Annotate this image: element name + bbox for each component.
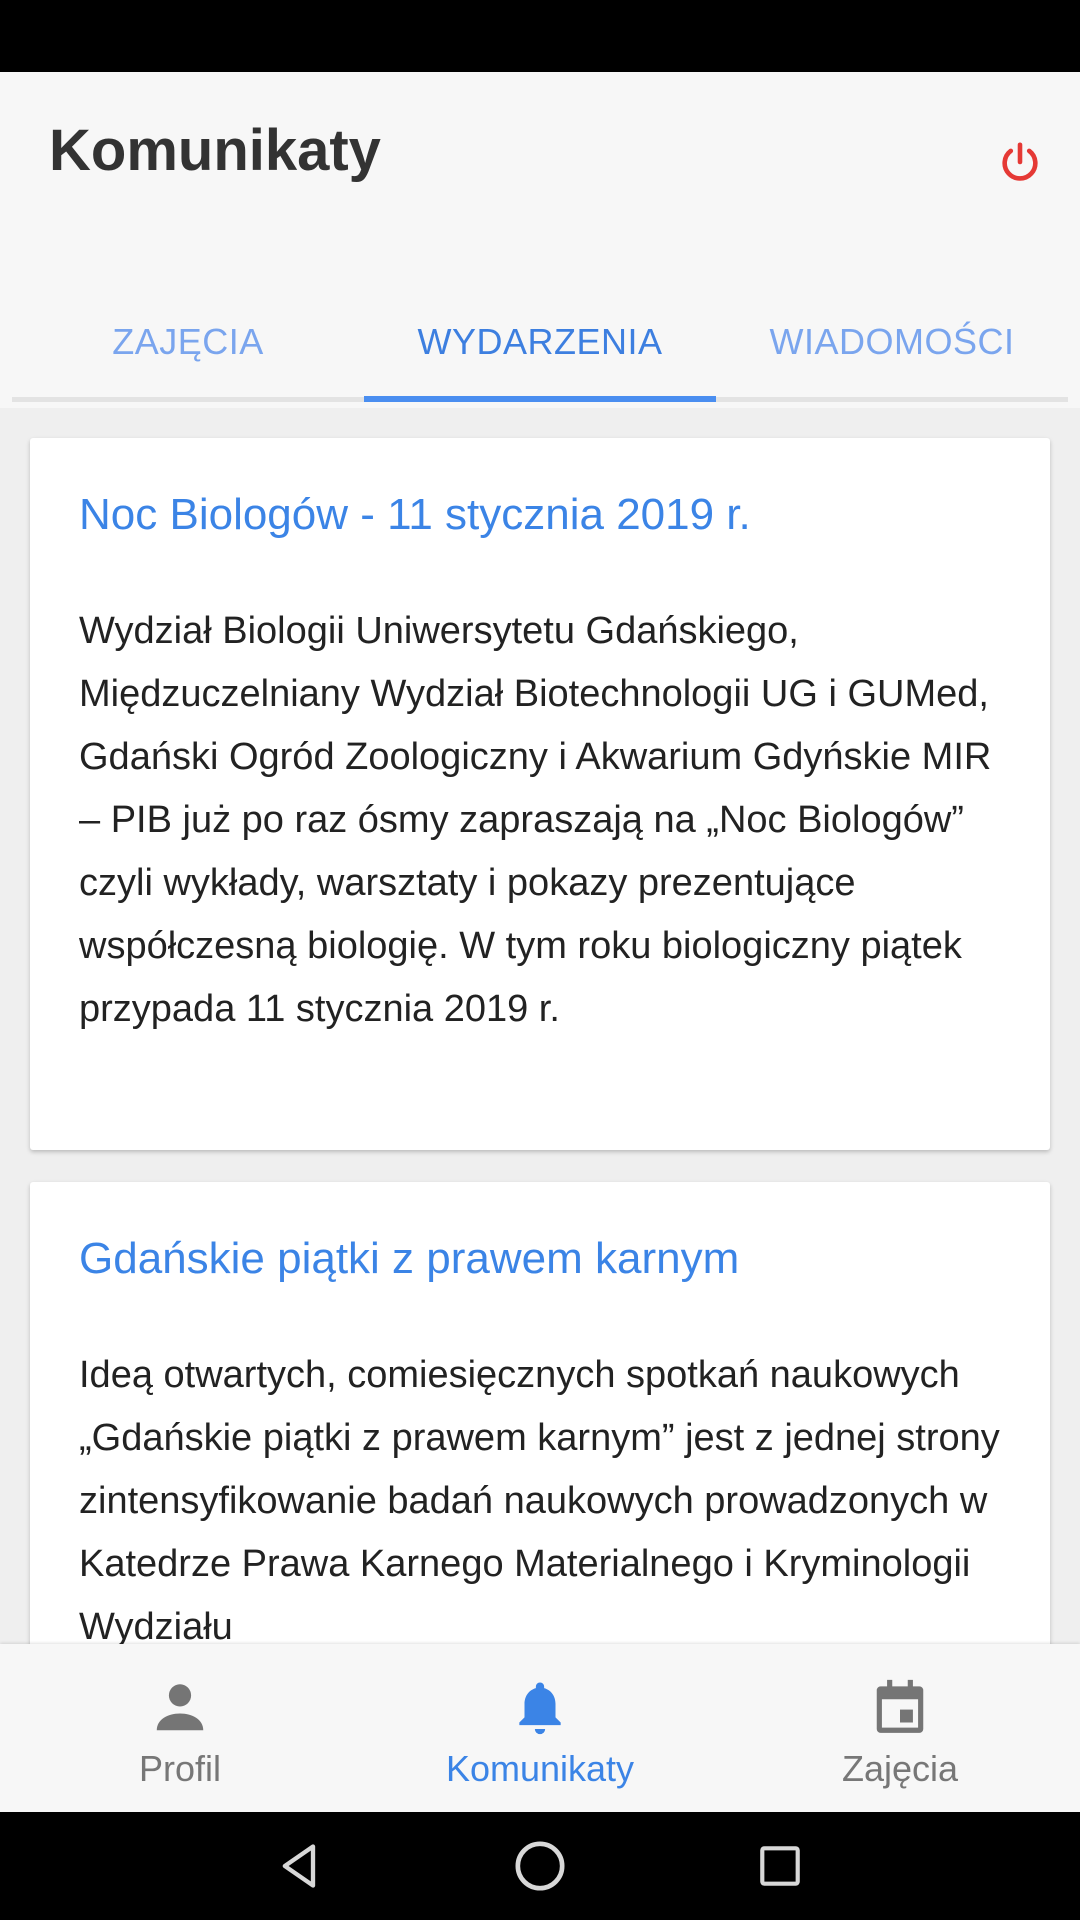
nav-label: Komunikaty — [445, 1748, 635, 1789]
logout-button[interactable] — [990, 132, 1050, 192]
event-body: Ideą otwartych, comiesięcznych spotkań n… — [79, 1354, 1000, 1644]
nav-zajecia[interactable]: Zajęcia — [720, 1644, 1080, 1812]
recents-button[interactable] — [750, 1836, 810, 1896]
system-navigation-bar — [0, 1812, 1080, 1920]
person-icon — [156, 1684, 204, 1731]
recents-icon — [760, 1846, 800, 1886]
tab-zajecia[interactable]: ZAJĘCIA — [12, 282, 364, 402]
nav-label: Zajęcia — [841, 1748, 959, 1789]
tab-wiadomosci[interactable]: WIADOMOŚCI — [716, 282, 1068, 402]
nav-profil[interactable]: Profil — [0, 1644, 360, 1812]
tab-wydarzenia[interactable]: WYDARZENIA — [364, 282, 716, 402]
tab-label: WYDARZENIA — [417, 321, 663, 362]
app-header: Komunikaty ZAJĘCIA WYDARZENIA WIADOMOŚCI — [0, 72, 1080, 408]
event-title: Noc Biologów - 11 stycznia 2019 r. — [79, 490, 751, 539]
tab-label: ZAJĘCIA — [112, 321, 264, 362]
home-button[interactable] — [510, 1836, 570, 1896]
back-icon — [282, 1844, 316, 1888]
event-body: Wydział Biologii Uniwersytetu Gdańskiego… — [79, 610, 992, 1030]
event-list[interactable]: Noc Biologów - 11 stycznia 2019 r. Wydzi… — [0, 408, 1080, 1644]
page-title: Komunikaty — [49, 118, 381, 183]
status-bar — [0, 0, 1080, 72]
tab-label: WIADOMOŚCI — [769, 321, 1015, 362]
back-button[interactable] — [270, 1836, 330, 1896]
event-title: Gdańskie piątki z prawem karnym — [79, 1234, 740, 1283]
tab-bar: ZAJĘCIA WYDARZENIA WIADOMOŚCI — [12, 282, 1068, 402]
tab-underline — [12, 397, 364, 402]
calendar-icon — [876, 1679, 924, 1733]
event-card[interactable]: Gdańskie piątki z prawem karnym Ideą otw… — [30, 1182, 1050, 1644]
tab-active-indicator — [364, 396, 716, 402]
power-icon — [1002, 142, 1038, 181]
home-icon — [515, 1841, 565, 1891]
nav-komunikaty[interactable]: Komunikaty — [360, 1644, 720, 1812]
tab-underline — [716, 397, 1068, 402]
nav-label: Profil — [138, 1748, 222, 1789]
event-card[interactable]: Noc Biologów - 11 stycznia 2019 r. Wydzi… — [30, 438, 1050, 1150]
bottom-navigation: Profil Komunikaty Zajęcia — [0, 1644, 1080, 1812]
bell-icon — [519, 1682, 561, 1735]
